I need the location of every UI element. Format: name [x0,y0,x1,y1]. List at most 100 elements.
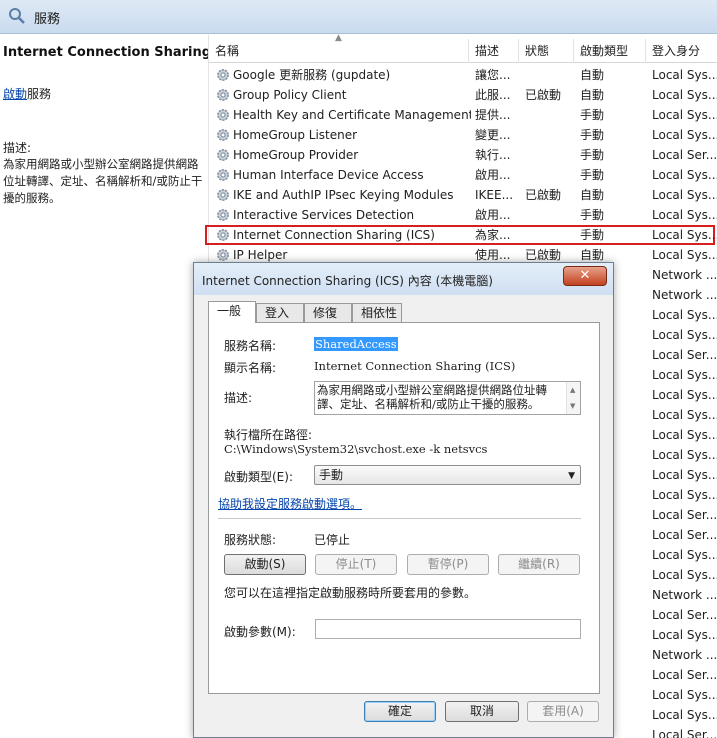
separator [218,518,581,519]
service-logon-cell: Local Sys... [652,548,717,562]
service-start-type-cell: 手動 [580,128,605,142]
table-row[interactable]: Interactive Services Detection 啟用... 手動 Loc… [209,205,717,225]
service-start-type-cell: 手動 [580,108,605,122]
service-logon-cell: Local Ser... [652,668,717,682]
chevron-down-icon: ▼ [568,471,575,481]
service-logon-cell: Local Sys... [652,468,717,482]
service-logon-cell: Local Sys... [652,228,717,242]
start-service-link[interactable]: 啟動 [3,87,27,101]
start-button[interactable]: 啟動(S) [224,554,306,575]
service-logon-cell: Local Sys... [652,88,717,102]
list-header: ▲ 名稱 描述 狀態 啟動類型 登入身分 [209,33,717,63]
service-status-label: 服務狀態: [224,533,277,547]
service-logon-cell: Local Sys... [652,168,717,182]
tab-general[interactable]: 一般 [208,301,256,323]
cancel-button[interactable]: 取消 [445,701,519,722]
service-logon-cell: Local Sys... [652,388,717,402]
service-logon-cell: Local Sys... [652,368,717,382]
description-text: 為家用網路或小型辦公室網路提供網路位址轉譯、定址、名稱解析和/或防止干擾的服務。 [3,157,203,205]
start-params-input[interactable] [315,619,581,639]
properties-dialog: Internet Connection Sharing (ICS) 內容 (本機… [193,262,614,738]
service-description-cell: 讓您... [475,68,511,82]
dialog-description-box[interactable]: 為家用網路或小型辦公室網路提供網路位址轉譯、定址、名稱解析和/或防止干擾的服務。… [314,381,581,415]
service-logon-cell: Local Sys... [652,188,717,202]
service-description-cell: 為家... [475,228,511,242]
service-start-type-cell: 自動 [580,88,605,102]
table-row[interactable]: Google 更新服務 (gupdate) 讓您... 自動 Local Sys... [209,65,717,85]
service-gear-icon [215,87,231,103]
description-scrollbar[interactable]: ▲ ▼ [566,382,580,414]
gear-magnifier-icon [9,8,25,24]
service-gear-icon [215,147,231,163]
service-logon-cell: Local Sys... [652,128,717,142]
table-row[interactable]: HomeGroup Provider 執行... 手動 Local Ser... [209,145,717,165]
service-start-type-cell: 手動 [580,208,605,222]
scroll-down-icon[interactable]: ▼ [570,399,575,413]
service-status-value: 已停止 [314,533,351,547]
service-name-value[interactable]: SharedAccess [314,337,398,351]
service-name-cell: Google 更新服務 (gupdate) [233,68,391,82]
service-name-cell: IKE and AuthIP IPsec Keying Modules [233,188,454,202]
column-header-status[interactable]: 狀態 [519,39,574,63]
close-button[interactable]: ✕ [563,266,607,286]
service-logon-cell: Network ... [652,288,717,302]
column-header-logon[interactable]: 登入身分 [646,39,717,63]
stop-button[interactable]: 停止(T) [315,554,397,575]
dialog-title-bar: Internet Connection Sharing (ICS) 內容 (本機… [194,263,613,295]
column-header-description[interactable]: 描述 [469,39,519,63]
tab-dependencies[interactable]: 相依性 [352,303,402,323]
service-name-cell: Group Policy Client [233,88,347,102]
service-logon-cell: Local Sys... [652,708,717,722]
service-name-cell: Human Interface Device Access [233,168,424,182]
start-service-suffix: 服務 [27,87,52,101]
apply-button[interactable]: 套用(A) [527,701,599,722]
service-name-cell: HomeGroup Provider [233,148,359,162]
service-gear-icon [215,167,231,183]
service-start-type-cell: 手動 [580,228,605,242]
service-gear-icon [215,107,231,123]
scroll-up-icon[interactable]: ▲ [570,383,575,397]
pause-button[interactable]: 暫停(P) [407,554,489,575]
service-gear-icon [215,187,231,203]
table-row[interactable]: Group Policy Client 此服... 已啟動 自動 Local Sys..… [209,85,717,105]
service-logon-cell: Local Sys... [652,568,717,582]
service-start-type-cell: 手動 [580,148,605,162]
tab-logon[interactable]: 登入 [256,303,304,323]
service-gear-icon [215,227,231,243]
column-header-name[interactable]: 名稱 [209,39,469,63]
tab-recovery[interactable]: 修復 [304,303,352,323]
table-row[interactable]: IKE and AuthIP IPsec Keying Modules IKEE.… [209,185,717,205]
service-logon-cell: Local Sys... [652,488,717,502]
service-logon-cell: Local Sys... [652,628,717,642]
service-logon-cell: Local Sys... [652,428,717,442]
start-type-select[interactable]: 手動 ▼ [314,465,581,485]
service-description-cell: IKEE... [475,188,514,202]
display-name-label: 顯示名稱: [224,361,277,375]
table-row[interactable]: Human Interface Device Access 啟用... 手動 Loca… [209,165,717,185]
service-name-cell: HomeGroup Listener [233,128,358,142]
general-tab-panel: 服務名稱: SharedAccess 顯示名稱: Internet Connec… [208,322,600,694]
service-logon-cell: Local Sys... [652,108,717,122]
service-logon-cell: Local Sys... [652,448,717,462]
window-title: 服務 [34,12,61,27]
start-service-line: 啟動服務 [3,85,51,102]
help-startup-options-link[interactable]: 協助我設定服務啟動選項。 [218,495,362,512]
service-name-label: 服務名稱: [224,339,277,353]
service-start-type-cell: 手動 [580,168,605,182]
resume-button[interactable]: 繼續(R) [498,554,580,575]
table-row[interactable]: Internet Connection Sharing (ICS) 為家... 手動… [205,225,717,245]
service-logon-cell: Local Ser... [652,348,717,362]
executable-path-value[interactable]: C:\Windows\System32\svchost.exe -k netsv… [224,442,487,456]
column-header-start-type[interactable]: 啟動類型 [574,39,646,63]
service-logon-cell: Local Sys... [652,208,717,222]
table-row[interactable]: Health Key and Certificate Management 提供.… [209,105,717,125]
display-name-value[interactable]: Internet Connection Sharing (ICS) [314,359,515,373]
ok-button[interactable]: 確定 [364,701,436,722]
service-logon-cell: Local Sys... [652,68,717,82]
start-type-selected-value: 手動 [319,468,344,482]
table-row[interactable]: HomeGroup Listener 變更... 手動 Local Sys... [209,125,717,145]
service-name-cell: Interactive Services Detection [233,208,415,222]
service-logon-cell: Network ... [652,268,717,282]
service-description-cell: 變更... [475,128,511,142]
service-logon-cell: Local Sys... [652,688,717,702]
